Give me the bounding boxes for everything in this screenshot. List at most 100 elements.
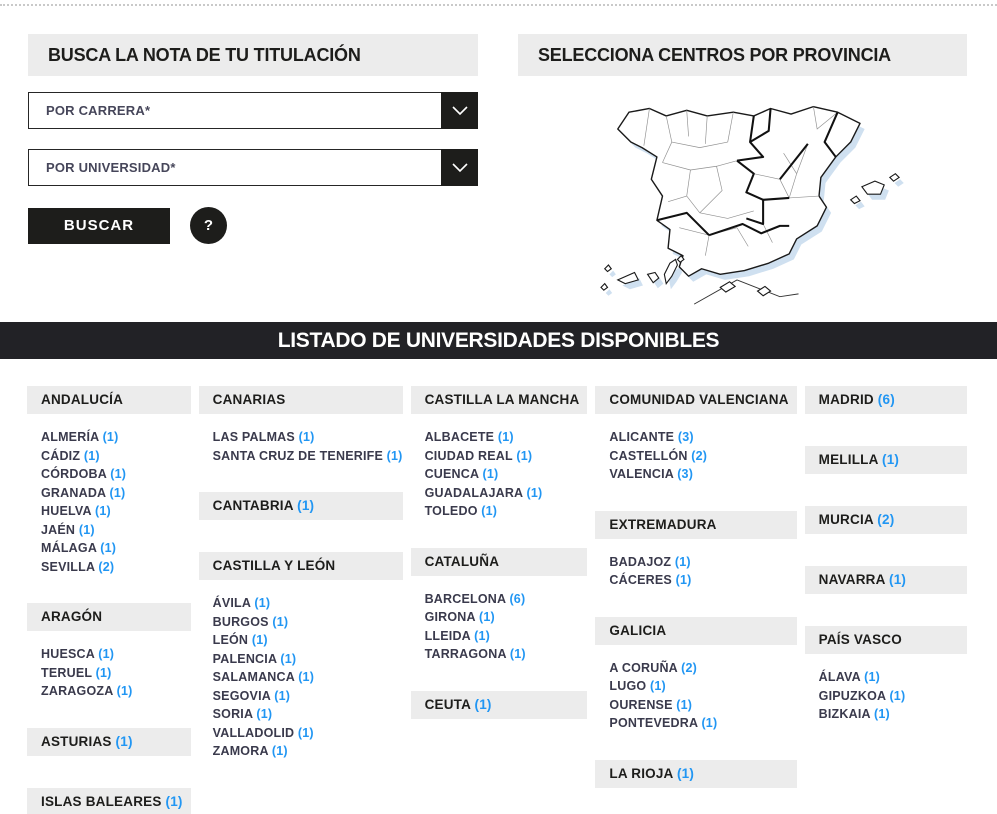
province-count: (1) bbox=[91, 504, 111, 518]
region-header[interactable]: NAVARRA (1) bbox=[805, 566, 967, 594]
province-count: (1) bbox=[277, 652, 297, 666]
career-select[interactable]: POR CARRERA* bbox=[28, 92, 478, 129]
region-header: PAÍS VASCO bbox=[805, 626, 967, 654]
province-link[interactable]: HUELVA (1) bbox=[41, 502, 191, 521]
province-link[interactable]: CÓRDOBA (1) bbox=[41, 465, 191, 484]
province-name: GIRONA bbox=[425, 610, 476, 624]
province-link[interactable]: GRANADA (1) bbox=[41, 484, 191, 503]
province-link[interactable]: JAÉN (1) bbox=[41, 521, 191, 540]
province-list: ALBACETE (1)CIUDAD REAL (1)CUENCA (1)GUA… bbox=[425, 428, 588, 521]
province-link[interactable]: GIRONA (1) bbox=[425, 608, 588, 627]
province-count: (1) bbox=[475, 610, 495, 624]
region-header[interactable]: MURCIA (2) bbox=[805, 506, 967, 534]
province-link[interactable]: GIPUZKOA (1) bbox=[819, 687, 967, 706]
region-count: (1) bbox=[112, 734, 133, 749]
province-link[interactable]: LUGO (1) bbox=[609, 677, 796, 696]
province-count: (1) bbox=[671, 555, 691, 569]
province-count: (2) bbox=[677, 661, 697, 675]
province-link[interactable]: LLEIDA (1) bbox=[425, 627, 588, 646]
province-link[interactable]: HUESCA (1) bbox=[41, 645, 191, 664]
province-count: (1) bbox=[295, 670, 315, 684]
university-select-value: POR UNIVERSIDAD* bbox=[46, 160, 176, 175]
province-link[interactable]: CASTELLÓN (2) bbox=[609, 447, 796, 466]
province-list: ÁLAVA (1)GIPUZKOA (1)BIZKAIA (1) bbox=[819, 668, 967, 724]
help-button[interactable]: ? bbox=[190, 207, 227, 244]
province-link[interactable]: SANTA CRUZ DE TENERIFE (1) bbox=[213, 447, 403, 466]
search-button[interactable]: BUSCAR bbox=[28, 208, 170, 244]
province-link[interactable]: SORIA (1) bbox=[213, 705, 403, 724]
province-link[interactable]: TOLEDO (1) bbox=[425, 502, 588, 521]
spain-provinces-map[interactable] bbox=[590, 88, 967, 311]
province-count: (1) bbox=[479, 467, 499, 481]
region-column-1: ANDALUCÍA ALMERÍA (1)CÁDIZ (1)CÓRDOBA (1)… bbox=[27, 386, 191, 814]
province-link[interactable]: MÁLAGA (1) bbox=[41, 539, 191, 558]
province-name: GRANADA bbox=[41, 486, 106, 500]
chevron-down-icon[interactable] bbox=[441, 92, 478, 129]
province-link[interactable]: LEÓN (1) bbox=[213, 631, 403, 650]
province-link[interactable]: CÁDIZ (1) bbox=[41, 447, 191, 466]
province-link[interactable]: BURGOS (1) bbox=[213, 613, 403, 632]
region-count: (2) bbox=[873, 512, 894, 527]
province-name: PONTEVEDRA bbox=[609, 716, 697, 730]
province-name: CASTELLÓN bbox=[609, 449, 687, 463]
region-name: ISLAS BALEARES bbox=[41, 794, 162, 809]
region-header[interactable]: ASTURIAS (1) bbox=[27, 728, 191, 756]
province-link[interactable]: LAS PALMAS (1) bbox=[213, 428, 403, 447]
province-name: GUADALAJARA bbox=[425, 486, 523, 500]
province-link[interactable]: PONTEVEDRA (1) bbox=[609, 714, 796, 733]
province-link[interactable]: ALICANTE (3) bbox=[609, 428, 796, 447]
province-name: HUELVA bbox=[41, 504, 91, 518]
province-name: CIUDAD REAL bbox=[425, 449, 513, 463]
province-link[interactable]: ALBACETE (1) bbox=[425, 428, 588, 447]
region-header[interactable]: CANTABRIA (1) bbox=[199, 492, 403, 520]
region-header[interactable]: MELILLA (1) bbox=[805, 446, 967, 474]
province-name: ALICANTE bbox=[609, 430, 674, 444]
province-name: LEÓN bbox=[213, 633, 249, 647]
region-name: MADRID bbox=[819, 392, 874, 407]
region-header[interactable]: LA RIOJA (1) bbox=[595, 760, 796, 788]
province-link[interactable]: ALMERÍA (1) bbox=[41, 428, 191, 447]
province-link[interactable]: CIUDAD REAL (1) bbox=[425, 447, 588, 466]
province-name: ÁVILA bbox=[213, 596, 251, 610]
province-link[interactable]: SEVILLA (2) bbox=[41, 558, 191, 577]
province-name: LAS PALMAS bbox=[213, 430, 295, 444]
province-name: SALAMANCA bbox=[213, 670, 295, 684]
region-header[interactable]: MADRID (6) bbox=[805, 386, 967, 414]
province-link[interactable]: A CORUÑA (2) bbox=[609, 659, 796, 678]
province-link[interactable]: SALAMANCA (1) bbox=[213, 668, 403, 687]
province-link[interactable]: VALLADOLID (1) bbox=[213, 724, 403, 743]
province-link[interactable]: GUADALAJARA (1) bbox=[425, 484, 588, 503]
province-count: (1) bbox=[478, 504, 498, 518]
province-link[interactable]: BADAJOZ (1) bbox=[609, 553, 796, 572]
province-link[interactable]: CUENCA (1) bbox=[425, 465, 588, 484]
province-name: ZAMORA bbox=[213, 744, 269, 758]
province-link[interactable]: ZARAGOZA (1) bbox=[41, 682, 191, 701]
province-count: (1) bbox=[251, 596, 271, 610]
province-link[interactable]: TARRAGONA (1) bbox=[425, 645, 588, 664]
province-link[interactable]: TERUEL (1) bbox=[41, 664, 191, 683]
region-count: (1) bbox=[885, 572, 906, 587]
chevron-down-icon[interactable] bbox=[441, 149, 478, 186]
province-count: (1) bbox=[268, 744, 288, 758]
region-name: COMUNIDAD VALENCIANA bbox=[609, 392, 788, 407]
province-count: (1) bbox=[672, 573, 692, 587]
province-link[interactable]: ZAMORA (1) bbox=[213, 742, 403, 761]
region-header: ANDALUCÍA bbox=[27, 386, 191, 414]
province-link[interactable]: SEGOVIA (1) bbox=[213, 687, 403, 706]
region-header[interactable]: ISLAS BALEARES (1) bbox=[27, 788, 191, 814]
region-count: (1) bbox=[471, 697, 492, 712]
region-header[interactable]: CEUTA (1) bbox=[411, 691, 588, 719]
province-link[interactable]: OURENSE (1) bbox=[609, 696, 796, 715]
region-count: (1) bbox=[162, 794, 183, 809]
region-column-5: MADRID (6) MELILLA (1) MURCIA (2) NAVARRA (… bbox=[805, 386, 967, 751]
province-link[interactable]: VALENCIA (3) bbox=[609, 465, 796, 484]
province-link[interactable]: CÁCERES (1) bbox=[609, 571, 796, 590]
university-select[interactable]: POR UNIVERSIDAD* bbox=[28, 149, 478, 186]
province-link[interactable]: BIZKAIA (1) bbox=[819, 705, 967, 724]
province-link[interactable]: BARCELONA (6) bbox=[425, 590, 588, 609]
province-link[interactable]: ÁLAVA (1) bbox=[819, 668, 967, 687]
province-link[interactable]: ÁVILA (1) bbox=[213, 594, 403, 613]
region-name: CASTILLA LA MANCHA bbox=[425, 392, 580, 407]
province-link[interactable]: PALENCIA (1) bbox=[213, 650, 403, 669]
region-count: (1) bbox=[878, 452, 899, 467]
